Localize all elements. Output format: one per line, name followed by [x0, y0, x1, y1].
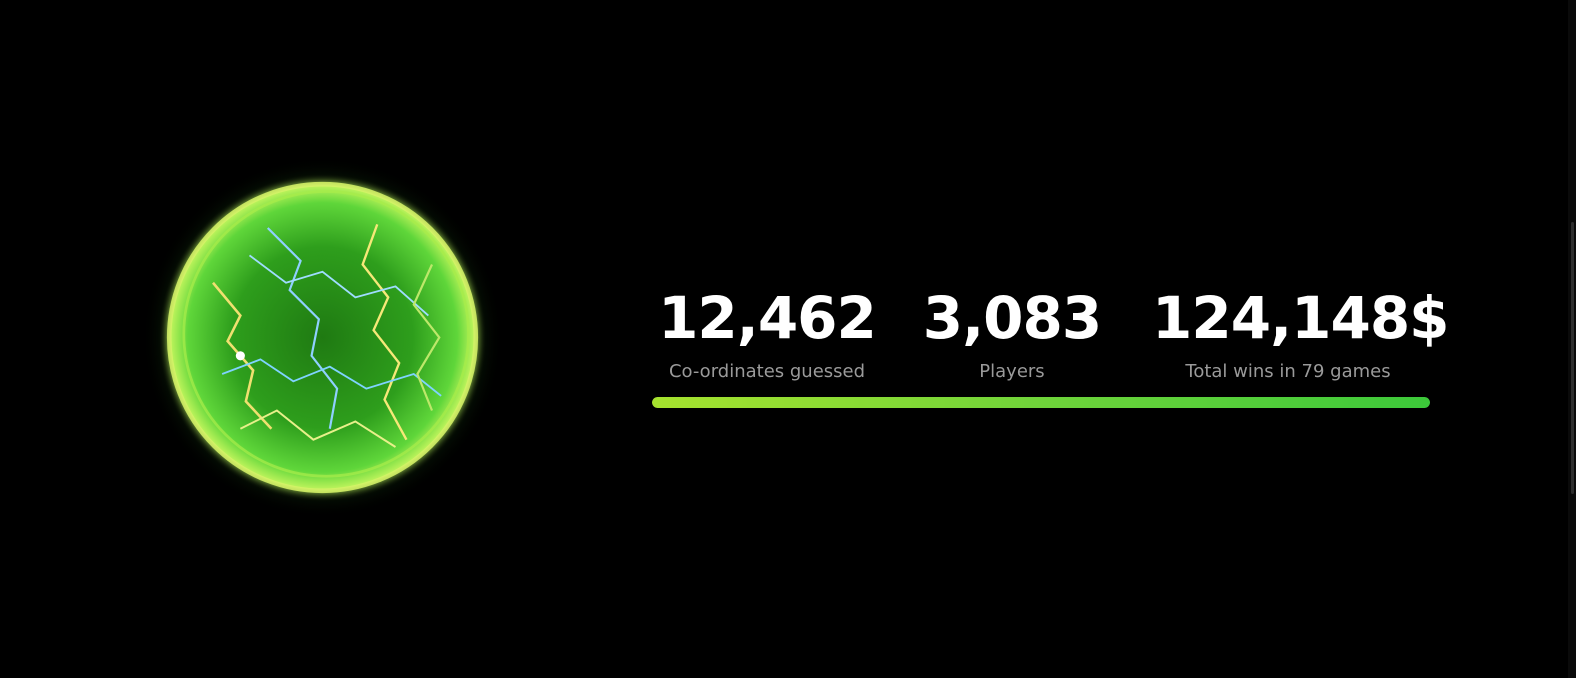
stat-value: 3,083	[922, 284, 1102, 352]
stat-value: 12,462	[658, 284, 877, 352]
stats-panel: 12,462 Co-ordinates guessed 3,083 Player…	[652, 283, 1450, 413]
scrollbar[interactable]	[1568, 0, 1576, 678]
energy-orb-icon	[140, 155, 505, 520]
stat-label: Players	[979, 361, 1045, 382]
stat-players: 3,083 Players	[922, 283, 1102, 383]
scrollbar-thumb[interactable]	[1571, 222, 1574, 494]
stat-coordinates-guessed: 12,462 Co-ordinates guessed	[652, 283, 882, 383]
stat-label: Total wins in 79 games	[1185, 361, 1391, 382]
stats-section: 12,462 Co-ordinates guessed 3,083 Player…	[0, 0, 1576, 678]
stat-label: Co-ordinates guessed	[668, 361, 866, 382]
stat-total-wins: 124,148$ Total wins in 79 games	[1152, 283, 1450, 383]
progress-bar-fill	[652, 397, 1430, 408]
stat-value: 124,148$	[1152, 284, 1450, 352]
progress-bar	[652, 397, 1430, 408]
